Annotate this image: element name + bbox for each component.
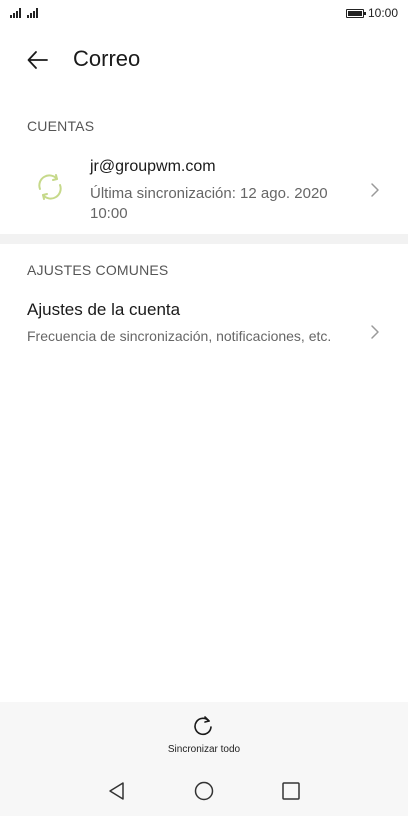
app-bar: Correo [0,40,408,80]
nav-recents-icon[interactable] [280,780,302,802]
battery-icon [345,8,366,18]
account-email: jr@groupwm.com [90,158,216,175]
arrow-left-icon[interactable] [26,48,50,72]
signal-icon [10,8,21,18]
settings-item-title: Ajustes de la cuenta [27,300,181,319]
account-list-item[interactable]: jr@groupwm.com Última sincronización: 12… [0,148,408,232]
nav-home-icon[interactable] [193,780,215,802]
refresh-icon [194,716,212,736]
chevron-right-icon [371,325,379,339]
sync-icon [38,174,62,200]
section-label-accounts: CUENTAS [27,118,95,134]
status-bar: 10:00 [0,0,408,26]
chevron-right-icon [371,183,379,197]
nav-back-icon[interactable] [106,780,128,802]
sync-all-button[interactable]: Sincronizar todo [0,702,408,764]
account-last-sync: Última sincronización: 12 ago. 2020 10:0… [90,185,328,222]
status-right: 10:00 [345,6,398,20]
settings-item-subtitle: Frecuencia de sincronización, notificaci… [27,328,332,344]
section-label-common: AJUSTES COMUNES [27,262,169,278]
page-title: Correo [73,46,141,71]
signal-icon [27,8,38,18]
sync-all-label: Sincronizar todo [167,744,241,755]
system-nav-bar [0,764,408,816]
signal-group [10,8,44,18]
section-divider [0,234,408,244]
account-settings-item[interactable]: Ajustes de la cuenta Frecuencia de sincr… [0,296,408,376]
status-time: 10:00 [367,6,398,20]
